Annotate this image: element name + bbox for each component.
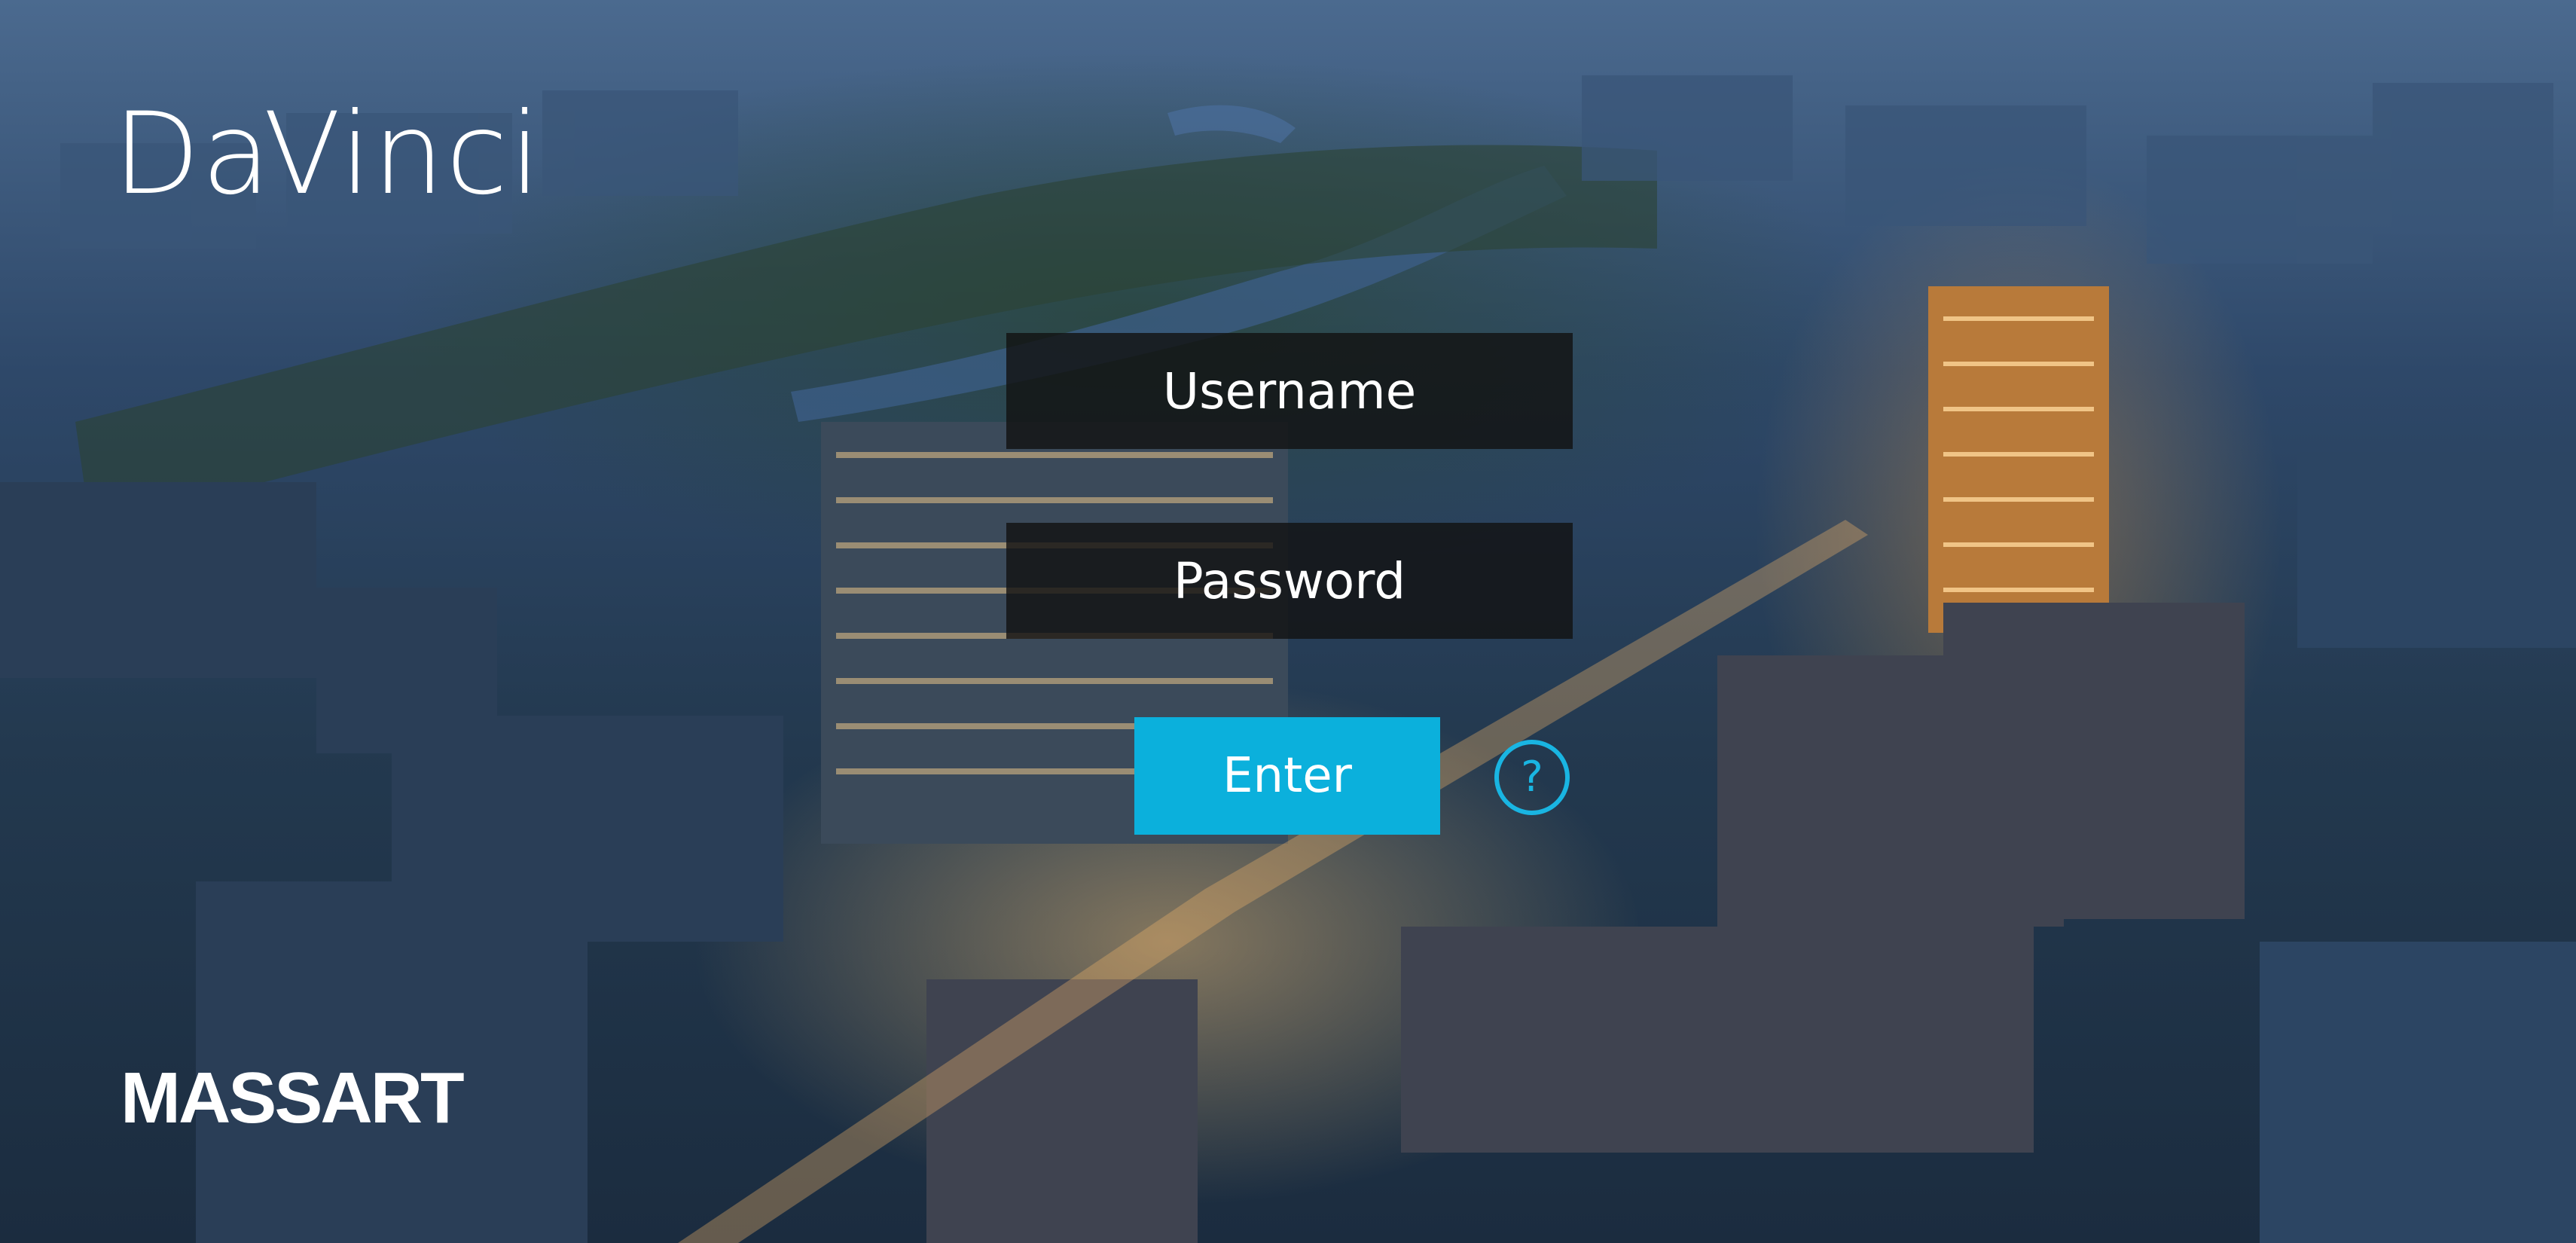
username-field-container[interactable]: [1006, 332, 1573, 450]
help-question-icon[interactable]: ?: [1494, 740, 1570, 815]
davinci-logo: DaVinci: [113, 89, 542, 220]
password-field-container[interactable]: [1006, 522, 1573, 640]
password-input[interactable]: [1006, 522, 1573, 640]
massart-logo: MASSART: [121, 1058, 465, 1138]
enter-button[interactable]: Enter: [1134, 717, 1440, 835]
username-input[interactable]: [1006, 332, 1573, 450]
